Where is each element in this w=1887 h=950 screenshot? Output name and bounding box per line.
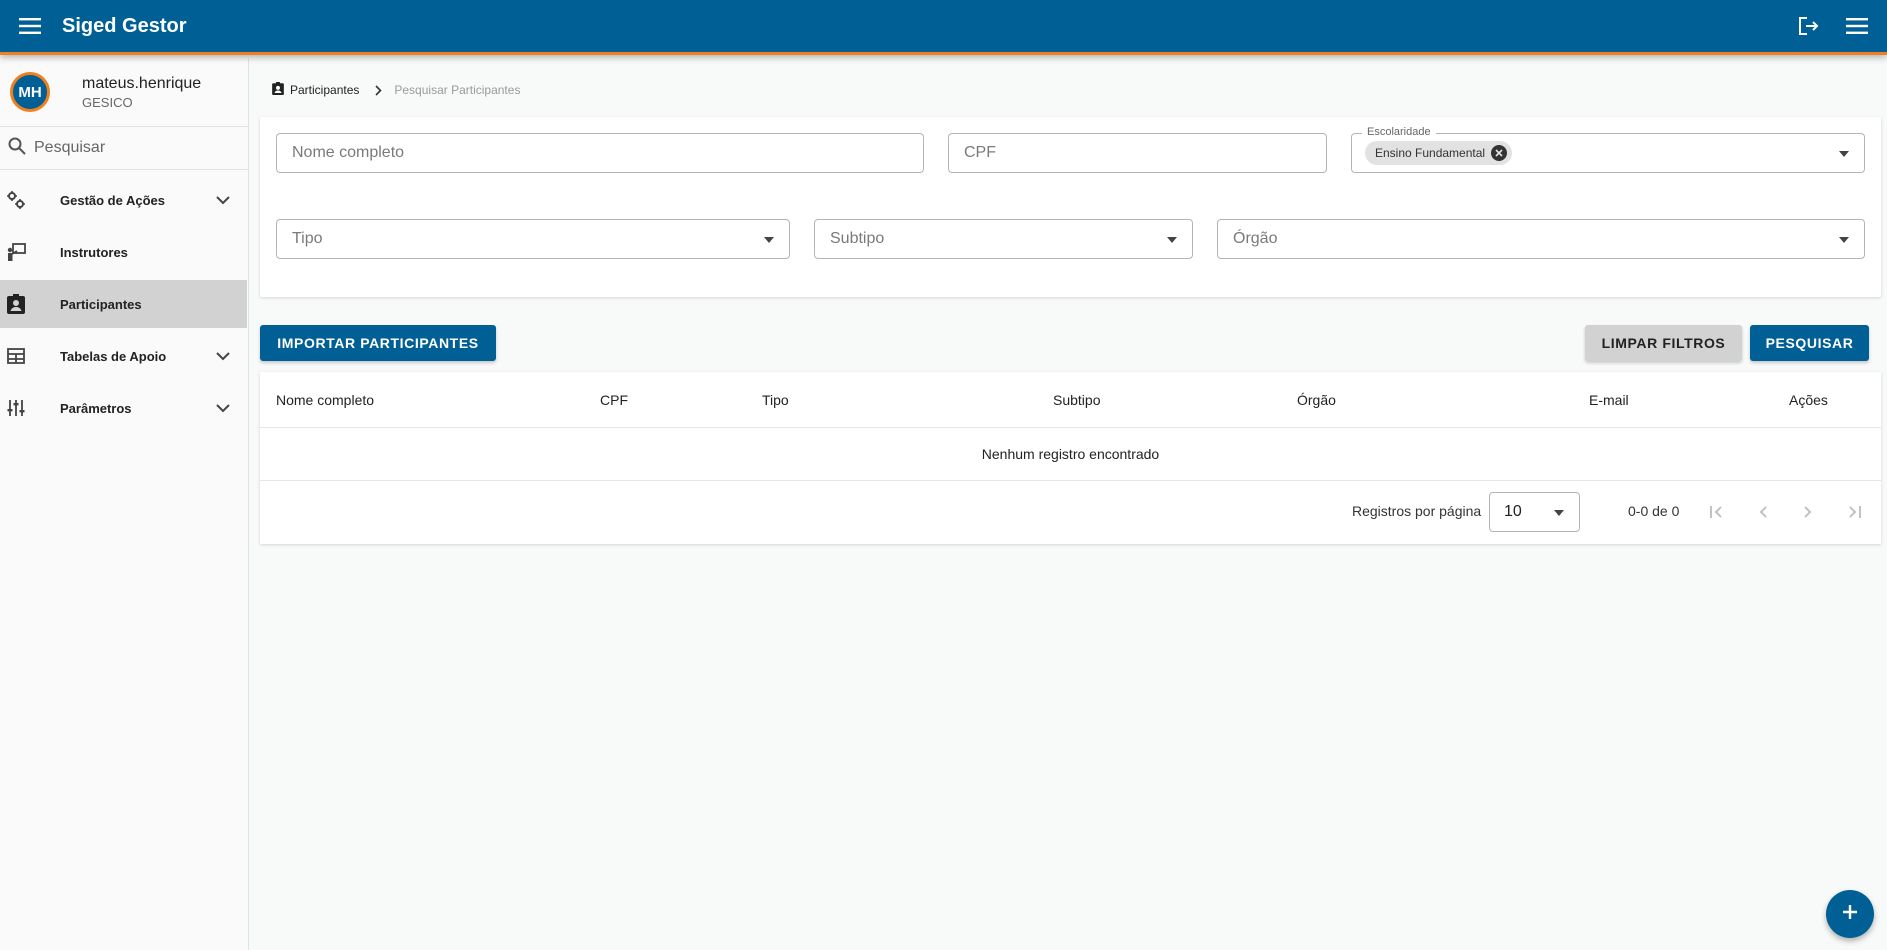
avatar: MH bbox=[10, 72, 50, 112]
dropdown-arrow-icon bbox=[1166, 234, 1178, 246]
orgao-placeholder: Órgão bbox=[1233, 230, 1278, 247]
sidebar-item-participantes[interactable]: Participantes bbox=[0, 280, 247, 328]
table-header: Nome completo CPF Tipo Subtipo Órgão E-m… bbox=[260, 372, 1881, 428]
chevron-down-icon bbox=[213, 398, 233, 418]
add-participant-button[interactable] bbox=[1826, 890, 1874, 938]
chevron-down-icon bbox=[213, 190, 233, 210]
nome-completo-input[interactable] bbox=[292, 144, 923, 162]
pagination: Registros por página 10 0-0 de 0 bbox=[260, 481, 1881, 543]
column-header-nome[interactable]: Nome completo bbox=[276, 392, 374, 408]
chip-label: Ensino Fundamental bbox=[1375, 146, 1486, 160]
rows-per-page-value: 10 bbox=[1504, 503, 1522, 520]
column-header-subtipo[interactable]: Subtipo bbox=[1053, 392, 1100, 408]
app-title: Siged Gestor bbox=[62, 14, 187, 37]
cpf-input[interactable] bbox=[964, 144, 1326, 162]
dropdown-arrow-icon bbox=[1553, 507, 1565, 519]
last-page-icon[interactable] bbox=[1839, 497, 1869, 527]
user-profile: MH mateus.henrique GESICO bbox=[0, 58, 248, 127]
column-header-tipo[interactable]: Tipo bbox=[762, 392, 789, 408]
close-icon[interactable] bbox=[1491, 145, 1508, 161]
sidebar-item-label: Parâmetros bbox=[60, 400, 132, 416]
chevron-right-icon bbox=[375, 84, 383, 96]
column-header-cpf[interactable]: CPF bbox=[600, 392, 628, 408]
sidebar-search bbox=[0, 127, 248, 170]
subtipo-placeholder: Subtipo bbox=[830, 230, 885, 247]
sidebar-item-label: Tabelas de Apoio bbox=[60, 348, 167, 364]
previous-page-icon[interactable] bbox=[1748, 497, 1778, 527]
escolaridade-chip: Ensino Fundamental bbox=[1365, 141, 1513, 165]
tipo-select[interactable]: Tipo bbox=[276, 219, 790, 259]
dropdown-arrow-icon bbox=[763, 234, 775, 246]
sidebar-item-label: Instrutores bbox=[60, 244, 128, 260]
dropdown-arrow-icon bbox=[1838, 148, 1850, 160]
menu-icon[interactable] bbox=[8, 4, 52, 48]
escolaridade-label: Escolaridade bbox=[1362, 126, 1436, 138]
nome-completo-field[interactable] bbox=[276, 133, 924, 173]
breadcrumb-item-participantes[interactable]: Participantes bbox=[290, 83, 359, 97]
subtipo-select[interactable]: Subtipo bbox=[814, 219, 1193, 259]
column-header-orgao[interactable]: Órgão bbox=[1297, 392, 1336, 408]
sidebar-item-label: Participantes bbox=[60, 296, 142, 312]
sidebar-item-label: Gestão de Ações bbox=[60, 192, 166, 208]
logout-icon[interactable] bbox=[1787, 4, 1831, 48]
filter-panel: Escolaridade Ensino Fundamental Tipo Sub… bbox=[260, 117, 1881, 297]
column-header-acoes: Ações bbox=[1789, 392, 1828, 408]
pesquisar-button[interactable]: PESQUISAR bbox=[1750, 325, 1869, 361]
importar-participantes-button[interactable]: IMPORTAR PARTICIPANTES bbox=[260, 325, 496, 361]
contact-badge-icon bbox=[6, 294, 26, 314]
first-page-icon[interactable] bbox=[1702, 497, 1732, 527]
search-icon bbox=[8, 137, 26, 160]
search-input[interactable] bbox=[34, 139, 234, 157]
sidebar-item-tabelas-de-apoio[interactable]: Tabelas de Apoio bbox=[0, 332, 247, 380]
contact-badge-icon bbox=[272, 82, 284, 98]
breadcrumb: Participantes Pesquisar Participantes bbox=[272, 82, 520, 98]
plus-icon bbox=[1842, 904, 1858, 925]
page-range: 0-0 de 0 bbox=[1628, 503, 1680, 519]
rows-per-page-select[interactable]: 10 bbox=[1489, 492, 1580, 532]
rows-per-page-label: Registros por página bbox=[1352, 503, 1482, 519]
user-org: GESICO bbox=[82, 94, 133, 110]
orgao-select[interactable]: Órgão bbox=[1217, 219, 1865, 259]
sidebar-item-gestao-de-acoes[interactable]: Gestão de Ações bbox=[0, 176, 247, 224]
app-header: Siged Gestor bbox=[0, 0, 1887, 55]
dropdown-arrow-icon bbox=[1838, 234, 1850, 246]
chevron-down-icon bbox=[213, 346, 233, 366]
participants-table: Nome completo CPF Tipo Subtipo Órgão E-m… bbox=[260, 372, 1881, 544]
gears-icon bbox=[6, 190, 26, 210]
sliders-icon bbox=[6, 398, 26, 418]
breadcrumb-current: Pesquisar Participantes bbox=[394, 83, 521, 97]
next-page-icon[interactable] bbox=[1793, 497, 1823, 527]
limpar-filtros-button[interactable]: LIMPAR FILTROS bbox=[1585, 325, 1742, 361]
username: mateus.henrique bbox=[82, 74, 202, 92]
instructor-icon bbox=[6, 242, 26, 262]
sidebar-item-parametros[interactable]: Parâmetros bbox=[0, 384, 247, 432]
escolaridade-select[interactable]: Escolaridade Ensino Fundamental bbox=[1351, 126, 1865, 173]
tipo-placeholder: Tipo bbox=[292, 230, 323, 247]
sidebar: MH mateus.henrique GESICO Gestão de Açõe… bbox=[0, 58, 249, 950]
sidebar-item-instrutores[interactable]: Instrutores bbox=[0, 228, 247, 276]
table-icon bbox=[6, 346, 26, 366]
empty-message: Nenhum registro encontrado bbox=[260, 428, 1881, 481]
cpf-field[interactable] bbox=[948, 133, 1327, 173]
menu-icon[interactable] bbox=[1835, 4, 1879, 48]
column-header-email[interactable]: E-mail bbox=[1589, 392, 1629, 408]
